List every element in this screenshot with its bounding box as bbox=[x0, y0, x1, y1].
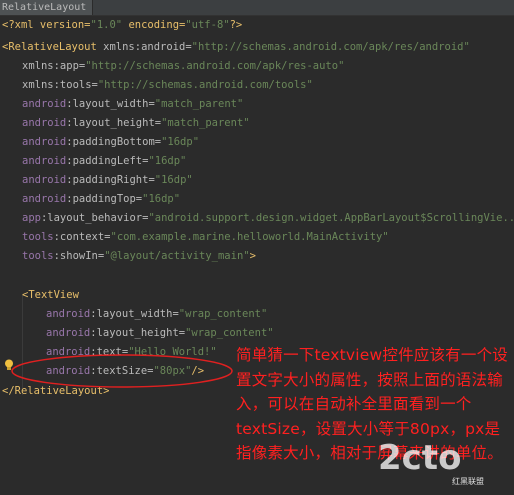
code-line-11: app:layout_behavior="android.support.des… bbox=[22, 212, 514, 224]
code-line-10: android:paddingTop="16dp" bbox=[22, 193, 181, 205]
code-line-4: xmlns:tools="http://schemas.android.com/… bbox=[22, 79, 313, 91]
code-line-12: tools:context="com.example.marine.hellow… bbox=[22, 231, 389, 243]
code-line-9: android:paddingRight="16dp" bbox=[22, 174, 193, 186]
tab-relativelayout[interactable]: RelativeLayout bbox=[0, 0, 94, 15]
indent-guide bbox=[22, 295, 23, 395]
editor-tab-bar: RelativeLayout bbox=[0, 0, 514, 16]
watermark-sub: 红黑联盟 bbox=[452, 477, 484, 486]
code-line-8: android:paddingLeft="16dp" bbox=[22, 155, 187, 167]
code-line-1: <?xml version="1.0" encoding="utf-8"?> bbox=[2, 19, 243, 31]
watermark-logo: 2cto 红黑联盟 bbox=[378, 438, 514, 495]
watermark-main: 2cto bbox=[378, 438, 462, 478]
code-line-2: <RelativeLayout xmlns:android="http://sc… bbox=[2, 41, 470, 53]
code-line-13: tools:showIn="@layout/activity_main"> bbox=[22, 250, 256, 262]
code-line-6: android:layout_height="match_parent" bbox=[22, 117, 250, 129]
code-line-15: <TextView bbox=[22, 289, 79, 301]
code-line-7: android:paddingBottom="16dp" bbox=[22, 136, 200, 148]
code-line-5: android:layout_width="match_parent" bbox=[22, 98, 244, 110]
code-line-17: android:layout_height="wrap_content" bbox=[46, 327, 274, 339]
lightbulb-icon[interactable] bbox=[4, 359, 14, 371]
code-line-18: android:text="Hello World!" bbox=[46, 346, 217, 358]
code-line-3: xmlns:app="http://schemas.android.com/ap… bbox=[22, 60, 345, 72]
code-line-16: android:layout_width="wrap_content" bbox=[46, 308, 268, 320]
code-line-20: </RelativeLayout> bbox=[2, 385, 110, 397]
tab-label: RelativeLayout bbox=[2, 2, 87, 13]
code-line-19: android:textSize="80px"/> bbox=[46, 365, 205, 377]
